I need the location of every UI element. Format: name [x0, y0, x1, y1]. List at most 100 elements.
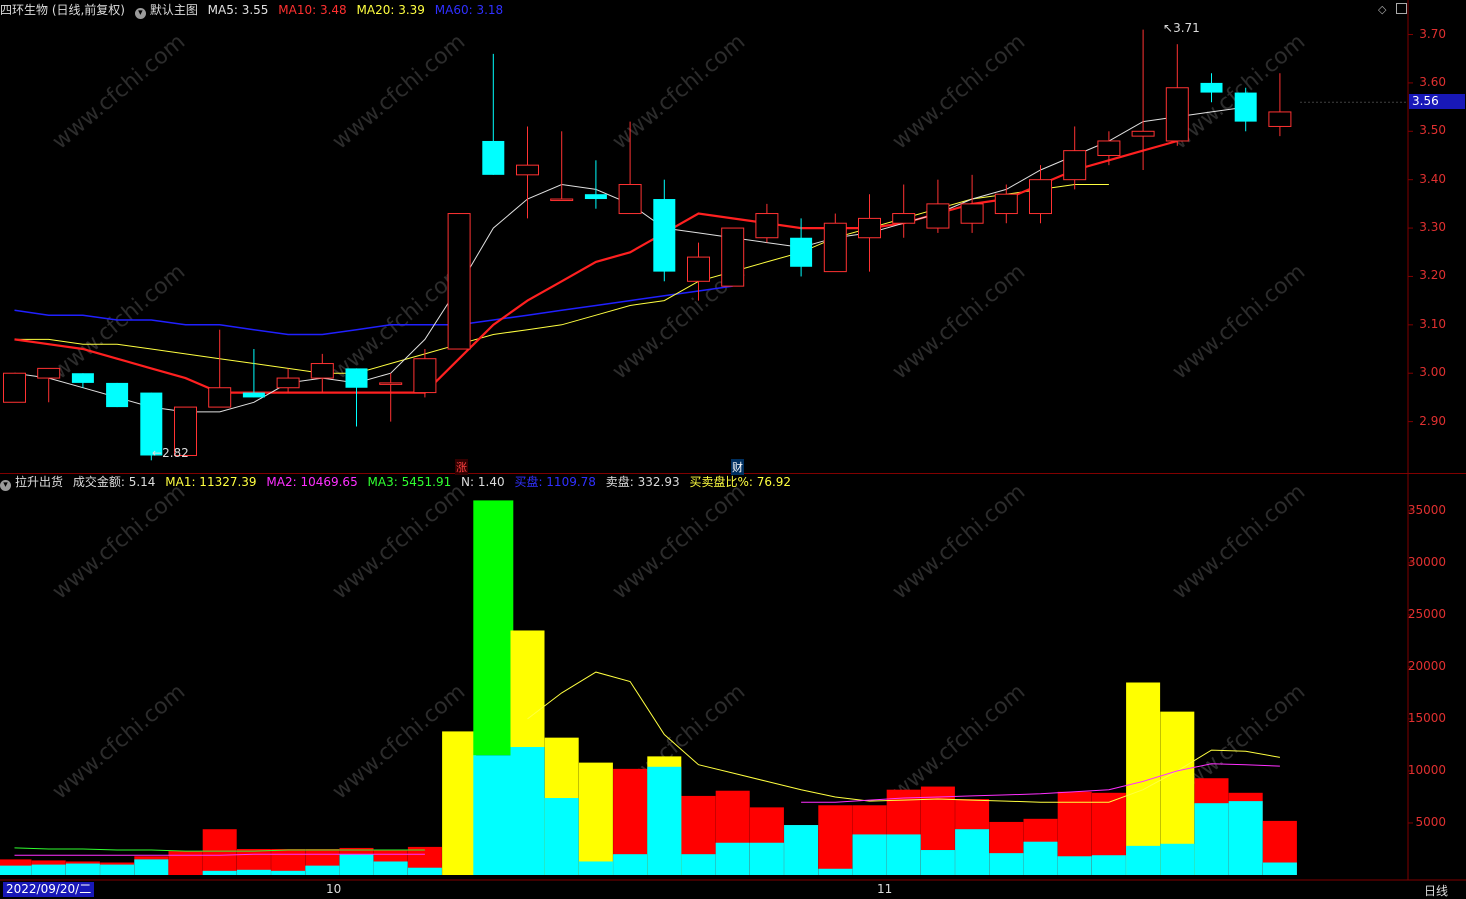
- buy-volume-bar: [1057, 856, 1092, 875]
- buy-volume-bar: [1023, 841, 1058, 875]
- candle-body: [1063, 150, 1087, 181]
- candle-body: [1200, 82, 1223, 93]
- watermark-text: www.cfchi.com: [608, 479, 750, 604]
- ma20-value: MA20: 3.39: [356, 3, 425, 17]
- buy-volume-bar: [510, 747, 545, 875]
- watermark-text: www.cfchi.com: [1168, 259, 1310, 384]
- watermark-text: www.cfchi.com: [608, 29, 750, 154]
- buy-volume-bar: [339, 854, 374, 875]
- watermark-text: www.cfchi.com: [888, 479, 1030, 604]
- watermark-text: www.cfchi.com: [888, 259, 1030, 384]
- main-chart-header: 四环生物 (日线,前复权) ▾ 默认主图 MA5: 3.55 MA10: 3.48…: [0, 1, 509, 19]
- price-tick-label: 3.40: [1419, 171, 1446, 186]
- watermark-text: www.cfchi.com: [48, 479, 190, 604]
- buy-value: 买盘: 1109.78: [514, 475, 596, 489]
- vol-ma1-value: MA1: 11327.39: [165, 475, 257, 489]
- candle-body: [1097, 140, 1121, 156]
- volume-tick-label: 10000: [1407, 762, 1446, 777]
- volume-tick-label: 30000: [1407, 554, 1446, 569]
- buy-volume-bar: [0, 865, 32, 875]
- candle-body: [276, 377, 300, 389]
- buy-volume-bar: [1228, 801, 1263, 875]
- candle-body: [71, 373, 94, 383]
- volume-tick-label: 20000: [1407, 658, 1446, 673]
- candle-body: [755, 213, 779, 239]
- candle-body: [994, 193, 1018, 215]
- price-tick-label: 3.70: [1419, 26, 1446, 41]
- buy-volume-bar: [613, 854, 648, 875]
- candle-body: [413, 358, 437, 394]
- main-indicator-name[interactable]: 默认主图: [150, 3, 198, 17]
- dropdown-icon[interactable]: ▾: [134, 8, 146, 19]
- watermark-text: www.cfchi.com: [328, 29, 470, 154]
- month-label-10: 10: [326, 882, 342, 896]
- candle-body: [653, 199, 676, 272]
- price-tick-label: 2.90: [1419, 413, 1446, 428]
- candle-body: [3, 372, 26, 403]
- price-tick-label: 3.50: [1419, 123, 1446, 138]
- chart-canvas: www.cfchi.com www.cfchi.com www.cfchi.com w…: [0, 0, 1466, 881]
- limit-up-marker[interactable]: 涨: [455, 459, 468, 475]
- candle-body: [721, 227, 745, 287]
- price-tick-label: 3.30: [1419, 220, 1446, 235]
- price-tick-label: 3.00: [1419, 365, 1446, 380]
- high-price-label: ↖3.71: [1163, 21, 1200, 35]
- month-label-11: 11: [877, 882, 893, 896]
- diamond-icon[interactable]: ◇: [1378, 3, 1386, 16]
- stock-title[interactable]: 四环生物 (日线,前复权): [0, 3, 125, 17]
- candle-body: [823, 222, 847, 273]
- amount-value: 成交金额: 5.14: [72, 475, 156, 489]
- watermark-text: www.cfchi.com: [48, 679, 190, 804]
- candle-body: [482, 140, 505, 175]
- candle-body: [892, 213, 916, 224]
- arrow-icon: ↖: [1163, 21, 1174, 35]
- volume-bar: [473, 500, 514, 756]
- volume-bar: [202, 829, 237, 875]
- candle-body: [550, 198, 574, 202]
- candle-body: [310, 363, 334, 379]
- candle-body: [208, 387, 232, 408]
- candle-body: [1234, 92, 1257, 122]
- buy-volume-bar: [373, 861, 408, 875]
- buy-volume-bar: [31, 864, 66, 875]
- volume-tick-label: 15000: [1407, 710, 1446, 725]
- window-square-icon[interactable]: [1395, 3, 1407, 14]
- buy-volume-bar: [1126, 845, 1161, 875]
- buy-volume-bar: [989, 853, 1024, 875]
- candle-body: [584, 194, 607, 200]
- finance-marker[interactable]: 财: [731, 459, 744, 475]
- volume-bar: [442, 731, 477, 875]
- watermark-text: www.cfchi.com: [1168, 479, 1310, 604]
- window-controls[interactable]: ◇: [1378, 3, 1407, 16]
- buy-volume-bar: [955, 829, 990, 875]
- candle-body: [960, 203, 984, 224]
- candle-body: [379, 382, 403, 385]
- candle-body: [1131, 130, 1155, 137]
- buy-volume-bar: [784, 825, 819, 875]
- candle-body: [242, 392, 265, 398]
- buy-volume-bar: [578, 861, 613, 875]
- candle-body: [345, 368, 368, 388]
- period-button[interactable]: 日线: [1424, 882, 1448, 899]
- volume-indicator-name[interactable]: 拉升出货: [15, 475, 63, 489]
- candle-body: [687, 256, 710, 282]
- n-value: N: 1.40: [461, 475, 505, 489]
- ma10-value: MA10: 3.48: [278, 3, 347, 17]
- buy-volume-bar: [1194, 803, 1229, 875]
- volume-tick-label: 35000: [1407, 502, 1446, 517]
- buy-volume-bar: [100, 864, 135, 875]
- watermark-text: www.cfchi.com: [888, 679, 1030, 804]
- buy-volume-bar: [1160, 843, 1195, 875]
- candle-body: [1268, 111, 1292, 127]
- buy-volume-bar: [818, 868, 853, 875]
- price-tick-label: 3.60: [1419, 74, 1446, 89]
- ma5-value: MA5: 3.55: [207, 3, 269, 17]
- buy-volume-bar: [920, 850, 955, 875]
- volume-tick-label: 5000: [1415, 814, 1446, 829]
- watermark-text: www.cfchi.com: [48, 29, 190, 154]
- sell-value: 卖盘: 332.93: [605, 475, 680, 489]
- dropdown-icon[interactable]: ▾: [0, 480, 11, 491]
- volume-bar: [578, 762, 613, 875]
- buy-volume-bar: [749, 842, 784, 875]
- current-price-tag: 3.56: [1409, 94, 1465, 110]
